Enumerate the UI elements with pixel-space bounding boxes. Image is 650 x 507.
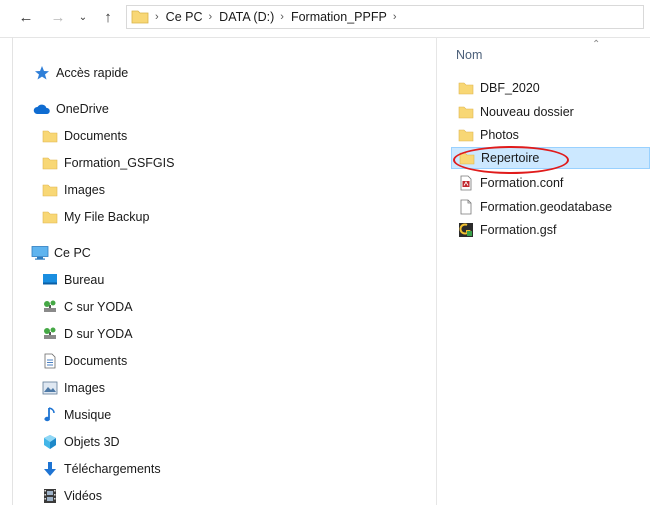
- breadcrumb-item-formation-ppfp[interactable]: Formation_PPFP: [291, 10, 387, 24]
- chevron-right-icon[interactable]: ›: [280, 11, 284, 23]
- forward-button[interactable]: →: [48, 6, 68, 28]
- music-note-icon: [41, 406, 59, 424]
- nav-item-label: Ce PC: [54, 246, 91, 260]
- cube-3d-icon: [41, 433, 59, 451]
- navigation-pane: Accès rapide OneDrive Documents Formatio…: [12, 37, 437, 505]
- file-row-formation-conf[interactable]: Formation.conf: [451, 172, 650, 194]
- download-arrow-icon: [41, 460, 59, 478]
- nav-item-label: Bureau: [64, 273, 105, 287]
- nav-item-telechargements[interactable]: Téléchargements: [41, 458, 161, 480]
- sort-ascending-icon: ⌃: [592, 39, 601, 50]
- arrow-left-icon: ←: [18, 8, 34, 26]
- nav-item-label: Formation_GSFGIS: [64, 156, 175, 170]
- nav-item-formation-gsfgis[interactable]: Formation_GSFGIS: [41, 152, 174, 174]
- conf-file-icon: [457, 174, 475, 192]
- up-button[interactable]: ↑: [98, 6, 118, 28]
- nav-item-label: Musique: [64, 408, 112, 422]
- nav-item-c-sur-yoda[interactable]: C sur YODA: [41, 296, 133, 318]
- nav-item-label: Vidéos: [64, 489, 102, 503]
- file-row-dbf-2020[interactable]: DBF_2020: [451, 77, 650, 99]
- address-field[interactable]: › Ce PC › DATA (D:) › Formation_PPFP ›: [126, 5, 644, 29]
- document-icon: [41, 352, 59, 370]
- nav-item-label: C sur YODA: [64, 300, 133, 314]
- file-name: Formation.geodatabase: [480, 200, 613, 214]
- file-row-photos[interactable]: Photos: [451, 124, 650, 146]
- file-name: DBF_2020: [480, 81, 540, 95]
- file-row-formation-geodatabase[interactable]: Formation.geodatabase: [451, 196, 650, 218]
- pictures-icon: [41, 379, 59, 397]
- recent-locations-button[interactable]: ⌄: [76, 6, 90, 28]
- nav-item-pc-images[interactable]: Images: [41, 377, 105, 399]
- chevron-right-icon: ›: [155, 11, 159, 23]
- chevron-down-icon: ⌄: [78, 11, 88, 23]
- nav-item-label: Documents: [64, 129, 128, 143]
- star-icon: [33, 64, 51, 82]
- nav-item-onedrive-documents[interactable]: Documents: [41, 125, 127, 147]
- nav-item-label: My File Backup: [64, 210, 150, 224]
- chevron-right-icon[interactable]: ›: [209, 11, 213, 23]
- film-icon: [41, 487, 59, 505]
- nav-item-videos[interactable]: Vidéos: [41, 485, 102, 507]
- folder-icon: [131, 8, 149, 27]
- nav-item-objets-3d[interactable]: Objets 3D: [41, 431, 120, 453]
- nav-item-label: Objets 3D: [64, 435, 120, 449]
- folder-icon: [457, 79, 475, 97]
- nav-item-my-file-backup[interactable]: My File Backup: [41, 206, 149, 228]
- breadcrumb-item-ce-pc[interactable]: Ce PC: [166, 10, 203, 24]
- file-row-nouveau-dossier[interactable]: Nouveau dossier: [451, 101, 650, 123]
- file-name: Nouveau dossier: [480, 105, 574, 119]
- nav-item-quick-access[interactable]: Accès rapide: [33, 62, 128, 84]
- cloud-icon: [33, 100, 51, 118]
- chevron-right-icon[interactable]: ›: [393, 11, 397, 23]
- folder-icon: [457, 126, 475, 144]
- file-row-repertoire[interactable]: Repertoire: [451, 147, 650, 169]
- nav-item-label: Images: [64, 183, 105, 197]
- nav-item-onedrive-images[interactable]: Images: [41, 179, 105, 201]
- arrow-up-icon: ↑: [104, 8, 112, 26]
- nav-item-this-pc[interactable]: Ce PC: [31, 242, 91, 264]
- arrow-right-icon: →: [50, 8, 66, 26]
- address-toolbar: ← → ⌄ ↑ › Ce PC › DATA (D:) › Formation_…: [0, 0, 650, 38]
- folder-icon: [41, 208, 59, 226]
- nav-item-pc-documents[interactable]: Documents: [41, 350, 127, 372]
- network-drive-icon: [41, 325, 59, 343]
- folder-icon: [41, 154, 59, 172]
- blank-file-icon: [457, 198, 475, 216]
- back-button[interactable]: ←: [16, 6, 36, 28]
- nav-item-d-sur-yoda[interactable]: D sur YODA: [41, 323, 133, 345]
- nav-item-label: Accès rapide: [56, 66, 129, 80]
- column-header-name[interactable]: Nom: [456, 48, 482, 62]
- nav-item-bureau[interactable]: Bureau: [41, 269, 104, 291]
- file-name: Formation.gsf: [480, 223, 557, 237]
- computer-icon: [31, 244, 49, 262]
- file-list: ⌃ Nom DBF_2020 Nouveau dossier Photos Re…: [437, 37, 650, 505]
- desktop-icon: [41, 271, 59, 289]
- folder-icon: [41, 127, 59, 145]
- folder-icon: [457, 103, 475, 121]
- file-row-formation-gsf[interactable]: Formation.gsf: [451, 219, 650, 241]
- gsf-file-icon: [457, 221, 475, 239]
- nav-item-label: D sur YODA: [64, 327, 133, 341]
- network-drive-icon: [41, 298, 59, 316]
- file-name: Formation.conf: [480, 176, 564, 190]
- file-name: Photos: [480, 128, 519, 142]
- breadcrumb: › Ce PC › DATA (D:) › Formation_PPFP ›: [149, 10, 403, 24]
- nav-item-label: Téléchargements: [64, 462, 161, 476]
- folder-icon: [458, 149, 476, 167]
- nav-item-musique[interactable]: Musique: [41, 404, 111, 426]
- folder-icon: [41, 181, 59, 199]
- nav-item-label: Images: [64, 381, 105, 395]
- breadcrumb-item-data-d[interactable]: DATA (D:): [219, 10, 274, 24]
- nav-item-label: OneDrive: [56, 102, 109, 116]
- nav-item-label: Documents: [64, 354, 128, 368]
- nav-item-onedrive[interactable]: OneDrive: [33, 98, 109, 120]
- file-name: Repertoire: [481, 151, 540, 165]
